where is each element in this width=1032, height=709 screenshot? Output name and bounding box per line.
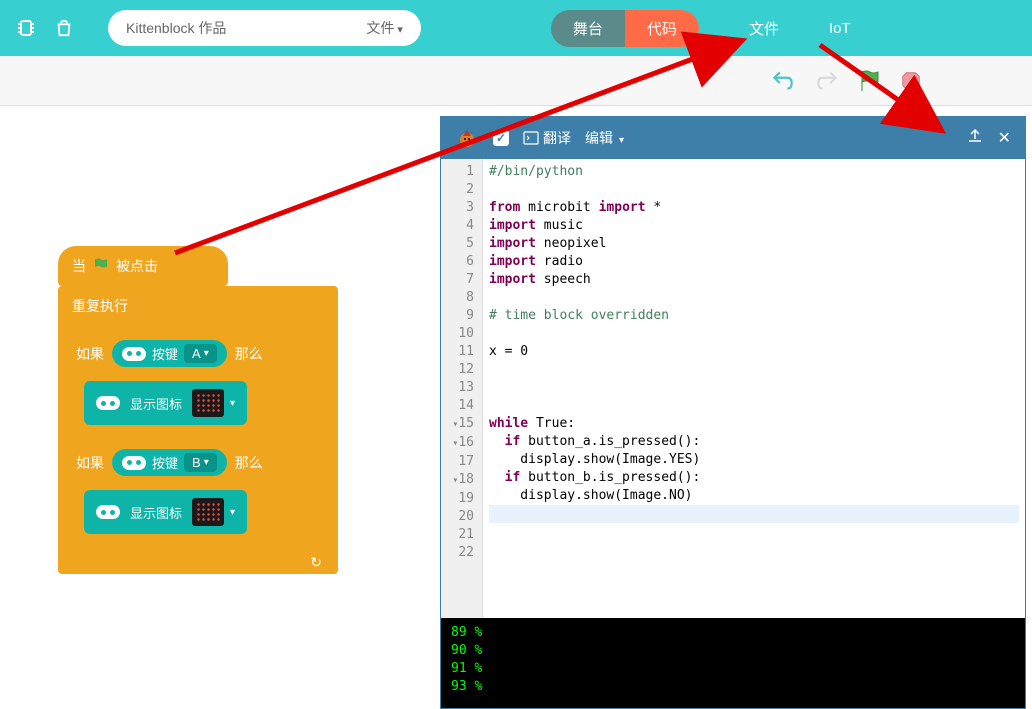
if-block-b[interactable]: 如果 按键 B 那么 显示图标 <box>66 441 330 544</box>
mode-toggle: 舞台 代码 <box>551 10 699 47</box>
nav-file[interactable]: 文件 <box>749 18 779 39</box>
code-panel: ✓ 翻译 编辑 ✕ 1234567891011121314▾15▾1617▾18… <box>440 116 1026 709</box>
block-label: 那么 <box>235 453 263 473</box>
bag-icon[interactable] <box>50 14 78 42</box>
file-dropdown[interactable]: 文件 <box>366 18 403 38</box>
when-flag-clicked-block[interactable]: 当 被点击 <box>58 246 228 286</box>
code-editor[interactable]: 1234567891011121314▾15▾1617▾1819202122 #… <box>441 159 1025 618</box>
block-label: 如果 <box>76 344 104 364</box>
project-pill: Kittenblock 作品 文件 <box>108 10 421 46</box>
key-dropdown[interactable]: A <box>184 344 217 363</box>
block-label: 按键 <box>152 453 178 472</box>
line-gutter: 1234567891011121314▾15▾1617▾1819202122 <box>441 159 483 618</box>
green-flag-icon[interactable] <box>858 69 882 93</box>
terminal-output: 89 % 90 % 91 % 93 % <box>441 618 1025 708</box>
button-pressed-reporter[interactable]: 按键 B <box>112 449 227 476</box>
top-toolbar: Kittenblock 作品 文件 舞台 代码 文件 IoT <box>0 0 1032 56</box>
upload-icon[interactable] <box>966 127 984 150</box>
button-pressed-reporter[interactable]: 按键 A <box>112 340 227 367</box>
code-mode-button[interactable]: 代码 <box>625 10 699 47</box>
stage-mode-button[interactable]: 舞台 <box>551 10 625 47</box>
block-label: 重复执行 <box>58 286 338 326</box>
microbit-icon <box>122 347 146 361</box>
microbit-icon <box>122 456 146 470</box>
secondary-toolbar <box>0 56 1032 106</box>
code-content[interactable]: #/bin/python from microbit import *impor… <box>483 159 1025 618</box>
undo-icon[interactable] <box>770 68 796 94</box>
project-name: Kittenblock 作品 <box>126 18 226 38</box>
close-icon[interactable]: ✕ <box>998 128 1011 148</box>
show-icon-block[interactable]: 显示图标 <box>84 381 247 425</box>
translate-button[interactable]: 翻译 <box>523 128 571 148</box>
microbit-icon <box>96 505 120 519</box>
block-label: 当 <box>72 256 86 276</box>
led-matrix-preview[interactable] <box>192 498 224 526</box>
block-label: 那么 <box>235 344 263 364</box>
sync-checkbox[interactable]: ✓ <box>493 130 509 146</box>
edit-menu[interactable]: 编辑 <box>585 128 624 148</box>
flag-icon <box>92 257 110 275</box>
hardware-icon[interactable] <box>12 14 40 42</box>
terminal-icon <box>523 130 539 146</box>
block-label: 显示图标 <box>130 503 182 522</box>
key-dropdown[interactable]: B <box>184 453 217 472</box>
block-label: 显示图标 <box>130 394 182 413</box>
blocks-workspace[interactable]: 当 被点击 重复执行 如果 按键 A 那么 <box>0 106 440 709</box>
redo-icon[interactable] <box>814 68 840 94</box>
stop-icon[interactable] <box>900 70 922 92</box>
code-panel-header: ✓ 翻译 编辑 ✕ <box>441 117 1025 159</box>
if-block-a[interactable]: 如果 按键 A 那么 显示图标 <box>66 332 330 435</box>
sprite-icon[interactable] <box>455 126 479 150</box>
nav-iot[interactable]: IoT <box>829 20 851 37</box>
forever-block[interactable]: 重复执行 如果 按键 A 那么 <box>58 286 338 574</box>
microbit-icon <box>96 396 120 410</box>
led-matrix-preview[interactable] <box>192 389 224 417</box>
block-label: 被点击 <box>116 256 158 276</box>
block-label: 按键 <box>152 344 178 363</box>
loop-arrow-icon: ↻ <box>310 554 322 571</box>
block-label: 如果 <box>76 453 104 473</box>
show-icon-block[interactable]: 显示图标 <box>84 490 247 534</box>
